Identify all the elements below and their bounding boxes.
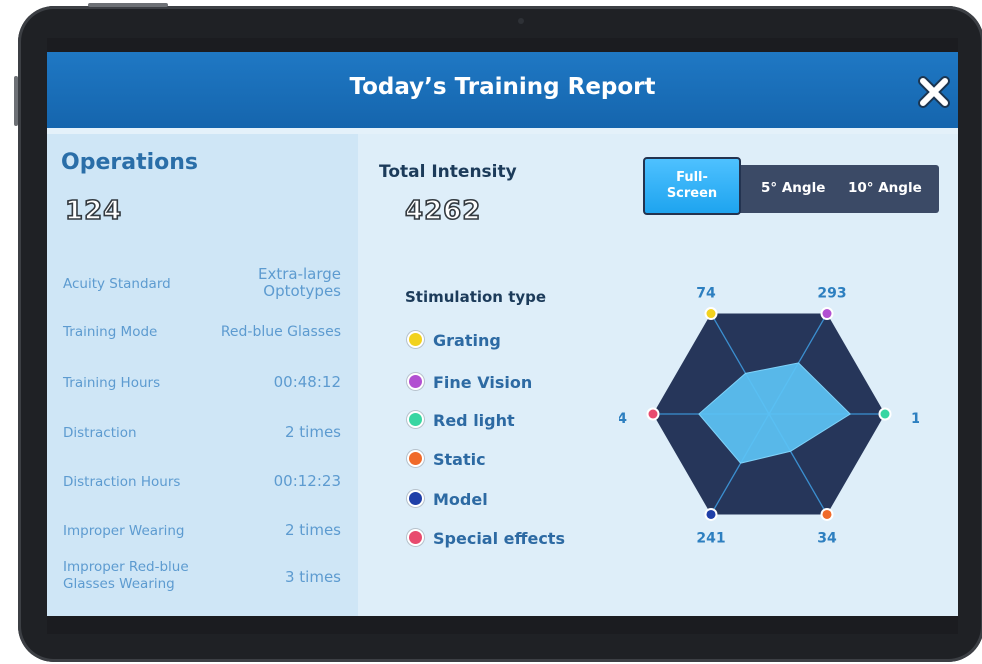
view-mode-switch: Full-Screen 5° Angle 10° Angle bbox=[643, 157, 939, 215]
stat-label: Distraction Hours bbox=[63, 474, 181, 490]
radar-value-label: 624 bbox=[619, 411, 627, 427]
stat-label: Improper Red-blue Glasses Wearing bbox=[63, 559, 189, 592]
stat-value: 00:48:12 bbox=[273, 373, 341, 391]
grating-dot bbox=[409, 333, 422, 346]
intensity-panel: Total Intensity 4262 Full-Screen 5° Angl… bbox=[358, 134, 958, 618]
report-header: Today’s Training Report bbox=[47, 52, 958, 128]
legend-label: Static bbox=[433, 450, 486, 469]
radar-point-fine-vision bbox=[822, 309, 832, 319]
intensity-title: Total Intensity bbox=[379, 162, 517, 182]
radar-value-label: 293 bbox=[817, 286, 846, 302]
stat-value: Extra-large Optotypes bbox=[257, 265, 341, 300]
static-dot bbox=[409, 452, 422, 465]
fine-vision-dot bbox=[409, 375, 422, 388]
legend-label: Model bbox=[433, 490, 488, 509]
special-effects-dot bbox=[409, 531, 422, 544]
radar-value-label: 241 bbox=[696, 530, 725, 546]
stat-label: Training Hours bbox=[63, 375, 161, 391]
operations-panel: Operations 124 Acuity Standard Extra-lar… bbox=[47, 134, 358, 618]
legend-label: Grating bbox=[433, 331, 501, 350]
legend-label: Special effects bbox=[433, 529, 565, 548]
radar-value-label: 34 bbox=[817, 530, 837, 546]
screen-bottom-bezel bbox=[47, 616, 958, 634]
stat-value: 3 times bbox=[284, 568, 341, 586]
report-content: Operations 124 Acuity Standard Extra-lar… bbox=[47, 128, 958, 628]
stat-label: Training Mode bbox=[63, 324, 158, 340]
stat-label: Acuity Standard bbox=[63, 276, 171, 292]
legend-label: Red light bbox=[433, 411, 515, 430]
stimulation-radar-chart: 74 293 1076 34 241 624 bbox=[619, 286, 919, 547]
camera bbox=[518, 18, 524, 24]
radar-value-label: 74 bbox=[696, 286, 716, 302]
close-icon bbox=[918, 76, 950, 108]
full-screen-label: Full-Screen bbox=[666, 170, 718, 201]
screen: Today’s Training Report Operations 124 A… bbox=[47, 38, 958, 634]
radar-point-model bbox=[706, 509, 716, 519]
legend-label: Fine Vision bbox=[433, 373, 533, 392]
power-button bbox=[88, 3, 168, 7]
close-button[interactable] bbox=[916, 74, 952, 110]
angle-10-button[interactable]: 10° Angle bbox=[848, 180, 922, 196]
legend-title: Stimulation type bbox=[405, 288, 547, 306]
red-light-dot bbox=[409, 413, 422, 426]
intensity-total: 4262 bbox=[404, 195, 482, 227]
radar-point-grating bbox=[706, 309, 716, 319]
stat-value: 2 times bbox=[284, 521, 341, 539]
stat-label: Improper Wearing bbox=[63, 523, 185, 539]
radar-point-static bbox=[822, 509, 832, 519]
stat-label: Distraction bbox=[63, 425, 137, 441]
volume-button bbox=[14, 76, 18, 126]
operations-title: Operations bbox=[61, 150, 198, 175]
angle-5-button[interactable]: 5° Angle bbox=[761, 180, 825, 196]
stat-value: 00:12:23 bbox=[273, 472, 341, 490]
radar-point-red-light bbox=[880, 409, 890, 419]
model-dot bbox=[409, 492, 422, 505]
radar-point-special-effects bbox=[648, 409, 658, 419]
full-screen-button[interactable]: Full-Screen bbox=[643, 157, 741, 215]
stat-value: 2 times bbox=[284, 423, 341, 441]
report-title: Today’s Training Report bbox=[349, 74, 656, 100]
stat-value: Red-blue Glasses bbox=[220, 324, 341, 340]
operations-count: 124 bbox=[64, 195, 123, 227]
radar-value-label: 1076 bbox=[911, 411, 919, 427]
